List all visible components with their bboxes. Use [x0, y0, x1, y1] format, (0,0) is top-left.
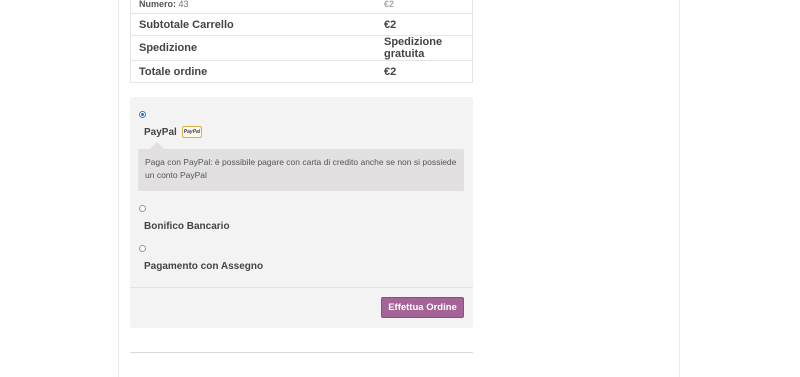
shipping-row: Spedizione Spedizione gratuita: [130, 35, 473, 61]
order-total-value: €2: [376, 60, 473, 83]
section-divider: [130, 352, 473, 353]
place-order-button[interactable]: Effettua Ordine: [381, 297, 464, 318]
bank-transfer-radio[interactable]: [139, 205, 146, 212]
order-total-label: Totale ordine: [130, 60, 376, 83]
paypal-logo-icon: PayPal: [182, 126, 202, 138]
subtotal-row: Subtotale Carrello €2: [130, 13, 473, 36]
order-summary-table: Numero: 43 €2 Subtotale Carrello €2 Sped…: [130, 0, 473, 83]
shipping-label: Spedizione: [130, 35, 376, 61]
cheque-radio[interactable]: [139, 245, 146, 252]
shipping-value: Spedizione gratuita: [376, 35, 473, 61]
payment-methods-panel: PayPal PayPal Paga con PayPal: è possibi…: [130, 97, 473, 328]
item-total: €2: [384, 0, 395, 9]
item-meta: Numero: 43: [139, 0, 189, 9]
cheque-label[interactable]: Pagamento con Assegno: [144, 261, 263, 272]
paypal-label[interactable]: PayPal: [144, 127, 177, 138]
order-item-row: Numero: 43 €2: [131, 0, 473, 14]
paypal-description: Paga con PayPal: è possibile pagare con …: [138, 142, 464, 191]
order-total-row: Totale ordine €2: [130, 60, 473, 83]
bank-transfer-label[interactable]: Bonifico Bancario: [144, 221, 230, 232]
paypal-radio[interactable]: [139, 111, 146, 118]
item-meta-value: 43: [178, 0, 189, 9]
subtotal-label: Subtotale Carrello: [130, 13, 376, 36]
item-meta-label: Numero:: [139, 0, 177, 9]
subtotal-value: €2: [376, 13, 473, 36]
payment-divider: [130, 287, 473, 288]
